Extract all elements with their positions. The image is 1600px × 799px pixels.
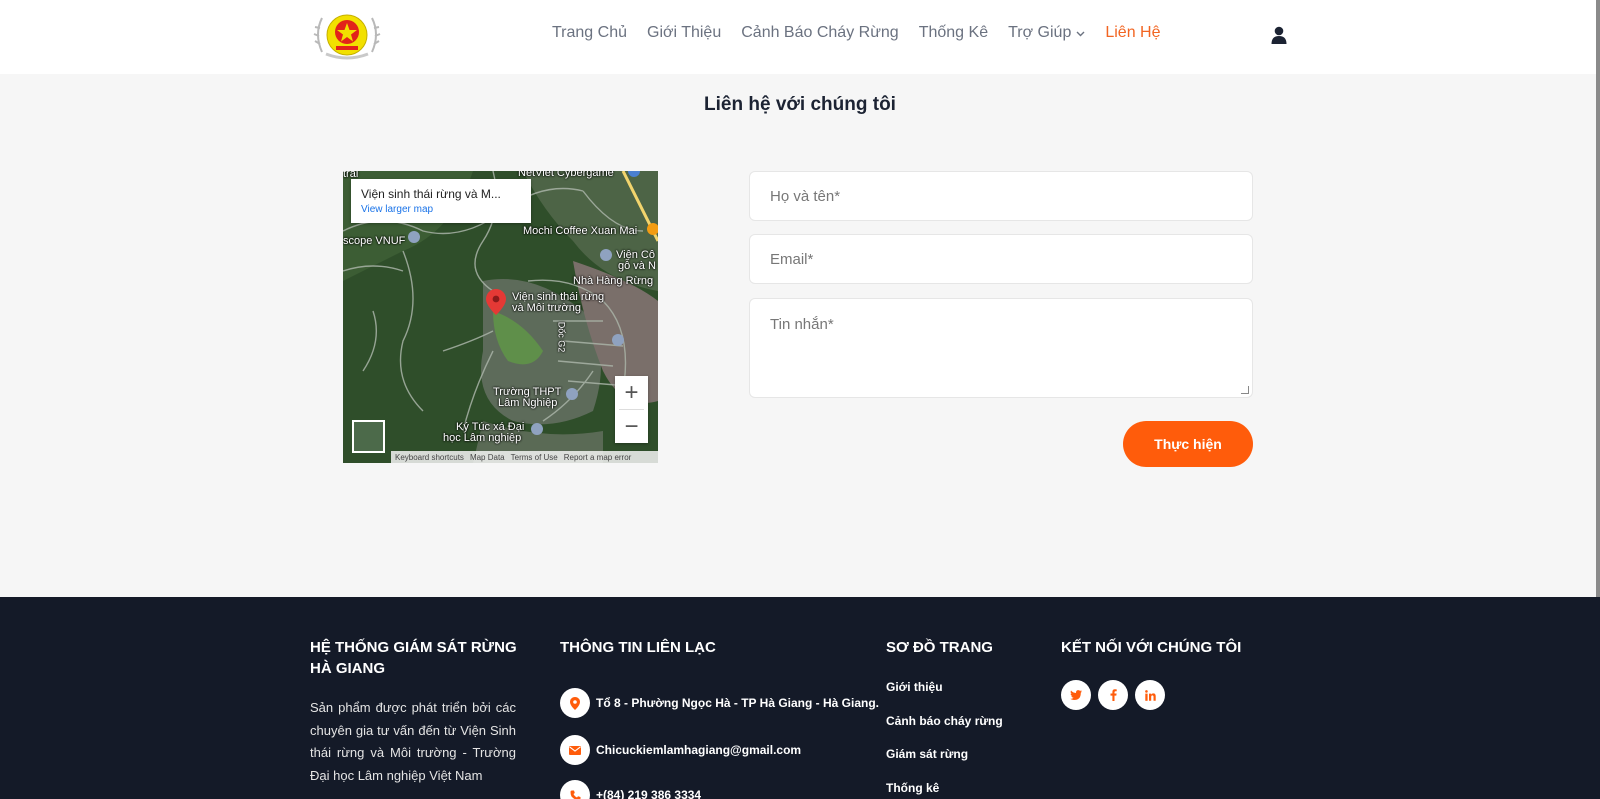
- view-larger-map-link[interactable]: View larger map: [361, 204, 521, 215]
- map-data-link[interactable]: Map Data: [470, 453, 505, 462]
- sitemap-link-canh-bao-chay-rung[interactable]: Cảnh báo cháy rừng: [886, 714, 1003, 728]
- nav-canh-bao-chay-rung[interactable]: Cảnh Báo Cháy Rừng: [741, 24, 898, 42]
- map-label: gỗ và N: [618, 260, 656, 272]
- user-icon[interactable]: [1271, 26, 1287, 44]
- footer-sitemap-title: SƠ ĐỒ TRANG: [886, 639, 993, 656]
- page-title: Liên hệ với chúng tôi: [704, 94, 896, 115]
- site-header: Trang Chủ Giới Thiệu Cảnh Báo Cháy Rừng …: [0, 0, 1600, 74]
- submit-button[interactable]: Thực hiện: [1123, 421, 1253, 467]
- map-label: và Môi trường: [512, 302, 581, 314]
- zoom-in-button[interactable]: +: [615, 376, 648, 409]
- sitemap-link-thong-ke[interactable]: Thống kê: [886, 781, 939, 795]
- embedded-map[interactable]: tral NetViet Cybergame Mochi Coffee Xuan…: [343, 171, 658, 463]
- keyboard-shortcuts-link[interactable]: Keyboard shortcuts: [395, 453, 464, 462]
- contact-phone-text: +(84) 219 386 3334: [596, 788, 702, 799]
- twitter-icon[interactable]: [1061, 680, 1091, 710]
- footer-contact-title: THÔNG TIN LIÊN LẠC: [560, 639, 716, 656]
- map-label: Mochi Coffee Xuan Mai: [523, 225, 638, 237]
- envelope-icon: [560, 735, 590, 765]
- map-place-name: Viện sinh thái rừng và M...: [361, 187, 501, 201]
- footer-about-title: HỆ THỐNG GIÁM SÁT RỪNG HÀ GIANG: [310, 639, 517, 677]
- map-zoom-controls: + −: [615, 376, 648, 443]
- chevron-down-icon: [1076, 29, 1085, 40]
- facebook-icon[interactable]: [1098, 680, 1128, 710]
- map-label: NetViet Cybergame: [518, 171, 614, 179]
- message-placeholder: Tin nhắn*: [770, 316, 834, 333]
- zoom-out-button[interactable]: −: [615, 410, 648, 443]
- nav-gioi-thieu[interactable]: Giới Thiệu: [647, 24, 721, 42]
- nav-lien-he[interactable]: Liên Hệ: [1105, 24, 1160, 42]
- nav-tro-giup[interactable]: Trợ Giúp: [1008, 24, 1085, 42]
- linkedin-icon[interactable]: [1135, 680, 1165, 710]
- contact-address-text: Tổ 8 - Phường Ngọc Hà - TP Hà Giang - Hà…: [596, 696, 880, 710]
- contact-phone: +(84) 219 386 3334: [560, 780, 701, 799]
- map-marker-icon: [560, 688, 590, 718]
- map-label: Nhà Hàng Rừng: [573, 275, 654, 287]
- sitemap-link-giam-sat-rung[interactable]: Giám sát rừng: [886, 747, 968, 761]
- nav-trang-chu[interactable]: Trang Chủ: [552, 24, 627, 42]
- kiem-lam-logo[interactable]: [312, 8, 382, 62]
- report-map-error-link[interactable]: Report a map error: [564, 453, 632, 462]
- name-placeholder: Họ và tên*: [770, 187, 841, 205]
- site-footer: HỆ THỐNG GIÁM SÁT RỪNG HÀ GIANG Sản phẩm…: [0, 597, 1600, 799]
- terms-of-use-link[interactable]: Terms of Use: [511, 453, 558, 462]
- map-label: học Lâm nghiệp: [443, 432, 522, 444]
- name-field[interactable]: Họ và tên*: [749, 171, 1253, 221]
- footer-about-text: Sản phẩm được phát triển bởi các chuyên …: [310, 700, 516, 783]
- nav-thong-ke[interactable]: Thống Kê: [919, 24, 988, 42]
- contact-email-text[interactable]: Chicuckiemlamhagiang@gmail.com: [596, 743, 801, 757]
- map-label: Dốc G2: [556, 321, 567, 353]
- footer-social-title: KẾT NỐI VỚI CHÚNG TÔI: [1061, 639, 1242, 656]
- map-label: scope VNUF: [343, 235, 406, 247]
- textarea-resize-handle[interactable]: [1241, 386, 1249, 394]
- map-layer-toggle[interactable]: [352, 420, 385, 453]
- message-textarea[interactable]: Tin nhắn*: [749, 298, 1253, 398]
- map-place-card: Viện sinh thái rừng và M... View larger …: [351, 179, 531, 223]
- phone-icon: [560, 780, 590, 799]
- email-placeholder: Email*: [770, 250, 814, 268]
- contact-address: Tổ 8 - Phường Ngọc Hà - TP Hà Giang - Hà…: [560, 688, 879, 718]
- main-nav: Trang Chủ Giới Thiệu Cảnh Báo Cháy Rừng …: [552, 24, 1161, 42]
- contact-email: Chicuckiemlamhagiang@gmail.com: [560, 735, 801, 765]
- map-attribution: Keyboard shortcuts Map Data Terms of Use…: [391, 451, 658, 463]
- map-label: Lâm Nghiệp: [498, 397, 558, 409]
- email-field[interactable]: Email*: [749, 234, 1253, 284]
- nav-tro-giup-label: Trợ Giúp: [1008, 24, 1072, 41]
- sitemap-link-gioi-thieu[interactable]: Giới thiệu: [886, 680, 943, 694]
